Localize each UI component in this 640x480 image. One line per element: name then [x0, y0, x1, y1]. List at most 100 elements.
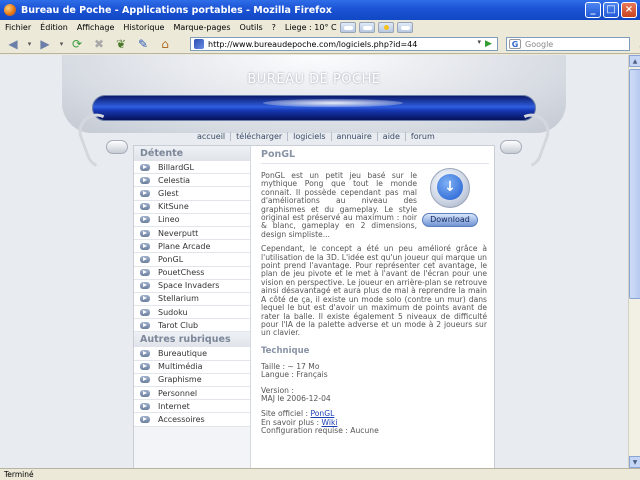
arrow-icon [140, 363, 150, 371]
sidebar-item-label[interactable]: Graphisme [158, 375, 202, 384]
sidebar-item-label[interactable]: Multimédia [158, 362, 202, 371]
address-bar[interactable]: http://www.bureaudepoche.com/logiciels.p… [190, 37, 498, 51]
sidebar-item[interactable]: Bureautique [134, 347, 250, 361]
download-widget: ↓ Download [422, 168, 482, 228]
page-title: PonGL [261, 149, 296, 160]
forward-dropdown-icon[interactable]: ▾ [58, 36, 65, 52]
sidebar-item[interactable]: Accessoires [134, 413, 250, 427]
cloud-icon[interactable] [358, 21, 375, 33]
sidebar-item-label[interactable]: PonGL [158, 255, 183, 264]
search-placeholder[interactable]: Google [525, 40, 553, 49]
search-box[interactable]: G Google ⌕ [506, 37, 640, 51]
vertical-scrollbar[interactable]: ▲ ▼ [628, 55, 640, 468]
sidebar-item-label[interactable]: Plane Arcade [158, 242, 210, 251]
menu-outils[interactable]: Outils [240, 23, 263, 32]
history-dropdown-icon[interactable]: ▾ [477, 38, 481, 46]
menu-edition[interactable]: Édition [40, 23, 68, 32]
sun-cloud-icon[interactable] [377, 21, 394, 33]
sidebar-item[interactable]: Space Invaders [134, 279, 250, 293]
sidebar-item-label[interactable]: Space Invaders [158, 281, 219, 290]
sidebar-item-label[interactable]: BillardGL [158, 163, 194, 172]
reload-icon[interactable]: ⟳ [68, 36, 86, 52]
sidebar-item-label[interactable]: Neverputt [158, 229, 198, 238]
sidebar-item[interactable]: Multimédia [134, 360, 250, 374]
sidebar-item[interactable]: Internet [134, 400, 250, 414]
sidebar-item[interactable]: KitSune [134, 200, 250, 214]
sidebar-item[interactable]: Sudoku [134, 306, 250, 320]
weather-text[interactable]: Liege : 10° C [285, 23, 337, 32]
minimize-button[interactable]: _ [585, 2, 601, 18]
sidebar-item[interactable]: Tarot Club [134, 319, 250, 333]
google-icon[interactable]: G [509, 39, 521, 49]
arrow-icon [140, 189, 150, 197]
weather-forecast [339, 21, 413, 33]
sidebar-item-label[interactable]: Stellarium [158, 294, 199, 303]
sidebar-item[interactable]: Glest [134, 187, 250, 201]
sidebar-section-autres: Autres rubriques [134, 332, 250, 348]
cloud-icon[interactable] [396, 21, 413, 33]
address-text[interactable]: http://www.bureaudepoche.com/logiciels.p… [208, 40, 417, 49]
close-button[interactable]: × [621, 2, 637, 18]
nav-annuaire[interactable]: annuaire [332, 131, 378, 141]
scroll-up-icon[interactable]: ▲ [629, 55, 640, 67]
sidebar-item-label[interactable]: Internet [158, 402, 190, 411]
go-icon[interactable]: ▶ [485, 39, 495, 49]
download-arrow-icon[interactable]: ↓ [437, 174, 463, 200]
status-bar: Terminé [0, 468, 640, 480]
sidebar-item[interactable]: Celestia [134, 174, 250, 188]
maximize-button[interactable]: □ [603, 2, 619, 18]
nav-aide[interactable]: aide [378, 131, 406, 141]
sidebar-item-label[interactable]: Personnel [158, 389, 197, 398]
nav-accueil[interactable]: accueil [192, 131, 232, 141]
sidebar: Détente BillardGL Celestia Glest KitSune… [134, 146, 251, 468]
sidebar-item[interactable]: Lineo [134, 213, 250, 227]
sidebar-item[interactable]: Graphisme [134, 373, 250, 387]
home-icon[interactable]: ⌂ [156, 36, 174, 52]
window-title: Bureau de Poche - Applications portables… [21, 4, 332, 16]
header-pod-left [106, 140, 128, 154]
sidebar-item[interactable]: PouetChess [134, 266, 250, 280]
sidebar-item-label[interactable]: Tarot Club [158, 321, 198, 330]
sidebar-item-label[interactable]: Sudoku [158, 308, 188, 317]
arrow-icon [140, 282, 150, 290]
menu-marque-pages[interactable]: Marque-pages [173, 23, 230, 32]
scroll-down-icon[interactable]: ▼ [629, 456, 640, 468]
description-details: Cependant, le concept a été un peu améli… [261, 244, 487, 338]
sidebar-item-label[interactable]: PouetChess [158, 268, 204, 277]
menu-fichier[interactable]: Fichier [5, 23, 31, 32]
sidebar-item-label[interactable]: KitSune [158, 202, 189, 211]
arrow-icon [140, 350, 150, 358]
leaf-icon[interactable]: ❦ [112, 36, 130, 52]
sidebar-item[interactable]: Plane Arcade [134, 240, 250, 254]
sidebar-item-label[interactable]: Celestia [158, 176, 190, 185]
stop-icon[interactable]: ✖ [90, 36, 108, 52]
menu-historique[interactable]: Historique [123, 23, 164, 32]
sidebar-item-label[interactable]: Glest [158, 189, 179, 198]
sidebar-item[interactable]: Neverputt [134, 226, 250, 241]
content-panel: Détente BillardGL Celestia Glest KitSune… [133, 145, 495, 468]
arrow-icon [140, 242, 150, 250]
back-icon[interactable]: ◀ [4, 36, 22, 52]
menu-help[interactable]: ? [272, 23, 276, 32]
nav-telecharger[interactable]: télécharger [231, 131, 289, 141]
download-button[interactable]: Download [422, 213, 478, 227]
header-blue-bar [92, 95, 536, 121]
sidebar-item-label[interactable]: Bureautique [158, 349, 207, 358]
sidebar-item-label[interactable]: Accessoires [158, 415, 205, 424]
firefox-icon [4, 4, 16, 16]
sidebar-item[interactable]: Personnel [134, 387, 250, 401]
nav-forum[interactable]: forum [406, 132, 440, 141]
menu-affichage[interactable]: Affichage [77, 23, 115, 32]
back-dropdown-icon[interactable]: ▾ [26, 36, 33, 52]
sidebar-item[interactable]: Stellarium [134, 292, 250, 307]
nav-logiciels[interactable]: logiciels [288, 131, 332, 141]
tool-icon[interactable]: ✎ [134, 36, 152, 52]
site-title: BUREAU DE POCHE [247, 72, 381, 87]
forward-icon[interactable]: ▶ [36, 36, 54, 52]
sidebar-item-label[interactable]: Lineo [158, 215, 180, 224]
description-intro: PonGL est un petit jeu basé sur le mythi… [261, 171, 417, 239]
scrollbar-thumb[interactable] [629, 69, 640, 299]
cloud-icon[interactable] [339, 21, 356, 33]
sidebar-item[interactable]: BillardGL [134, 161, 250, 175]
sidebar-item[interactable]: PonGL [134, 253, 250, 267]
